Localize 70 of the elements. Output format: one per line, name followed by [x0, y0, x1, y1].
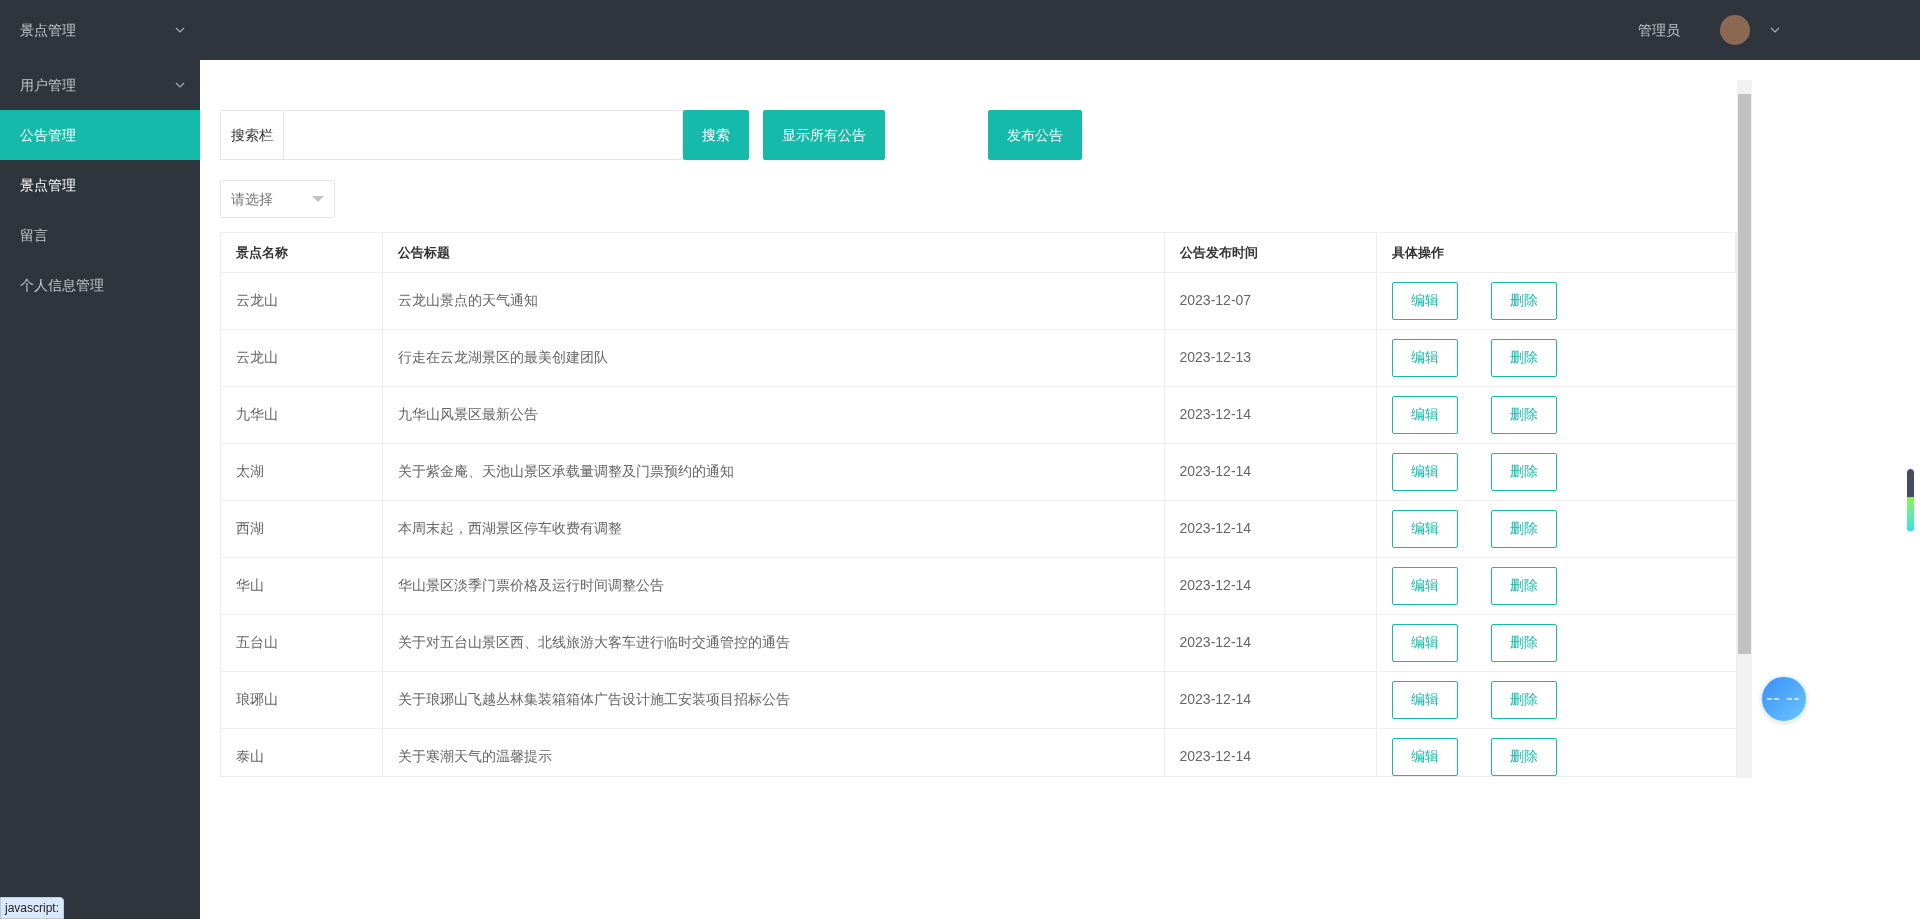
delete-button[interactable]: 删除: [1490, 566, 1557, 605]
search-field[interactable]: 搜索栏: [220, 110, 683, 160]
edit-button[interactable]: 编辑: [1391, 566, 1458, 605]
sidebar-item[interactable]: 用户管理: [0, 60, 200, 110]
user-name: 管理员: [1638, 20, 1680, 40]
delete-button[interactable]: 删除: [1490, 680, 1557, 719]
edit-button[interactable]: 编辑: [1391, 623, 1458, 662]
table-cell: 关于紫金庵、天池山景区承载量调整及门票预约的通知: [382, 443, 1164, 500]
sidebar-item[interactable]: 留言: [0, 210, 200, 260]
table-cell: 2023-12-14: [1164, 386, 1376, 443]
delete-button[interactable]: 删除: [1490, 338, 1557, 377]
edit-button[interactable]: 编辑: [1391, 452, 1458, 491]
table-cell: 太湖: [221, 443, 382, 500]
edit-button[interactable]: 编辑: [1391, 680, 1458, 719]
edit-button[interactable]: 编辑: [1391, 338, 1458, 377]
table-cell: 2023-12-14: [1164, 443, 1376, 500]
table-cell: 2023-12-14: [1164, 557, 1376, 614]
column-header: 公告发布时间: [1164, 233, 1376, 272]
table-cell: 华山景区淡季门票价格及运行时间调整公告: [382, 557, 1164, 614]
table-cell: 云龙山: [221, 329, 382, 386]
sidebar-item[interactable]: 景点管理: [0, 0, 200, 60]
table-cell: 2023-12-14: [1164, 614, 1376, 671]
edit-button[interactable]: 编辑: [1391, 737, 1458, 776]
column-header: 具体操作: [1376, 233, 1736, 272]
column-header: 景点名称: [221, 233, 382, 272]
table-cell: 云龙山景点的天气通知: [382, 272, 1164, 329]
show-all-button[interactable]: 显示所有公告: [763, 110, 885, 160]
table-cell: 2023-12-14: [1164, 728, 1376, 776]
table-cell: 关于对五台山景区西、北线旅游大客车进行临时交通管控的通告: [382, 614, 1164, 671]
table-cell: 2023-12-07: [1164, 272, 1376, 329]
table-cell: 泰山: [221, 728, 382, 776]
delete-button[interactable]: 删除: [1490, 509, 1557, 548]
table-cell: 行走在云龙湖景区的最美创建团队: [382, 329, 1164, 386]
table-cell: 琅琊山: [221, 671, 382, 728]
chevron-down-icon[interactable]: [1770, 27, 1780, 33]
chevron-down-icon: [175, 27, 185, 33]
scrollbar[interactable]: [1737, 80, 1752, 778]
edit-button[interactable]: 编辑: [1391, 509, 1458, 548]
delete-button[interactable]: 删除: [1490, 737, 1557, 776]
table-cell: 本周末起，西湖景区停车收费有调整: [382, 500, 1164, 557]
delete-button[interactable]: 删除: [1490, 281, 1557, 320]
table-cell: 云龙山: [221, 272, 382, 329]
avatar-icon[interactable]: [1720, 15, 1750, 45]
sidebar-item[interactable]: 个人信息管理: [0, 260, 200, 310]
column-header: 公告标题: [382, 233, 1164, 272]
sidebar-item[interactable]: 景点管理: [0, 160, 200, 210]
table-cell: 九华山: [221, 386, 382, 443]
table-cell: 2023-12-13: [1164, 329, 1376, 386]
table-cell: 九华山风景区最新公告: [382, 386, 1164, 443]
table-cell: 关于寒潮天气的温馨提示: [382, 728, 1164, 776]
table-cell: 关于琅琊山飞越丛林集装箱箱体广告设计施工安装项目招标公告: [382, 671, 1164, 728]
edit-button[interactable]: 编辑: [1391, 281, 1458, 320]
edit-button[interactable]: 编辑: [1391, 395, 1458, 434]
delete-button[interactable]: 删除: [1490, 395, 1557, 434]
status-bar-url: javascript:: [0, 897, 65, 919]
search-button[interactable]: 搜索: [683, 110, 749, 160]
floating-button[interactable]: [1760, 675, 1808, 723]
sidebar-item[interactable]: 公告管理: [0, 110, 200, 160]
table-cell: 2023-12-14: [1164, 500, 1376, 557]
table-cell: 西湖: [221, 500, 382, 557]
table-cell: 华山: [221, 557, 382, 614]
caret-down-icon: [312, 196, 324, 202]
publish-button[interactable]: 发布公告: [988, 110, 1082, 160]
select-dropdown[interactable]: 请选择: [220, 180, 335, 218]
delete-button[interactable]: 删除: [1490, 452, 1557, 491]
dashed-line-icon: [1767, 697, 1801, 701]
table-cell: 2023-12-14: [1164, 671, 1376, 728]
delete-button[interactable]: 删除: [1490, 623, 1557, 662]
chevron-down-icon: [175, 82, 185, 88]
table-cell: 五台山: [221, 614, 382, 671]
